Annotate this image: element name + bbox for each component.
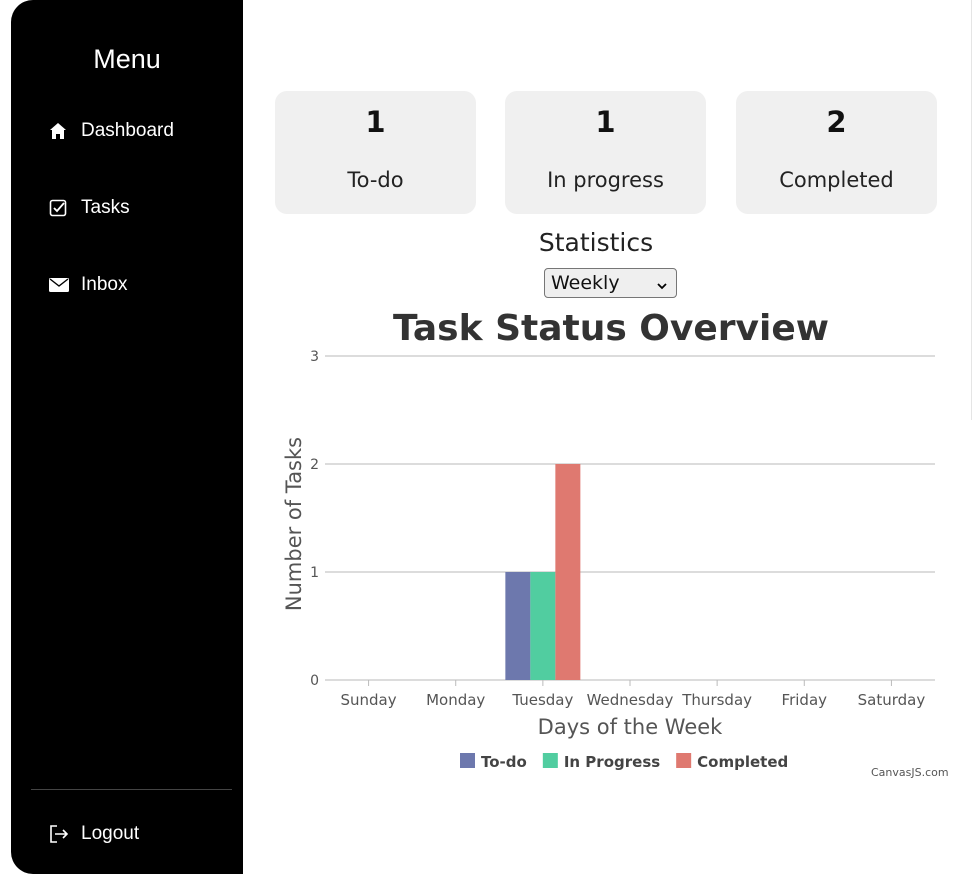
- y-axis-label: Number of Tasks: [282, 437, 306, 611]
- statistics-heading: Statistics: [538, 228, 654, 257]
- task-status-chart: Task Status Overview 0 1 2 3 Sunday Monday Tues…: [282, 308, 935, 771]
- chart-title: Task Status Overview: [393, 308, 829, 349]
- chevron-down-icon: [656, 275, 668, 297]
- stat-value: 1: [595, 105, 616, 139]
- stat-card-todo: 1 To-do: [275, 91, 476, 214]
- sidebar-item-dashboard[interactable]: Dashboard: [49, 116, 174, 146]
- x-tick-label: Wednesday: [587, 691, 674, 709]
- x-axis-label: Days of the Week: [538, 715, 724, 739]
- y-tick-label: 3: [310, 349, 319, 365]
- logout-button[interactable]: Logout: [49, 819, 139, 849]
- sidebar-item-label: Inbox: [81, 274, 128, 295]
- stat-label: Completed: [779, 168, 894, 192]
- x-tick-label: Friday: [782, 691, 828, 709]
- sidebar-divider: [31, 789, 232, 790]
- legend-entry: In Progress: [564, 753, 660, 771]
- stat-card-completed: 2 Completed: [736, 91, 937, 214]
- period-select-value: Weekly: [551, 272, 620, 294]
- legend-swatch: [460, 753, 475, 768]
- y-tick-label: 0: [310, 673, 319, 689]
- legend-entry: Completed: [697, 753, 788, 771]
- period-select[interactable]: Weekly: [544, 268, 677, 298]
- logout-label: Logout: [81, 823, 140, 844]
- task-check-icon: [49, 198, 69, 218]
- x-tick-label: Monday: [426, 691, 485, 709]
- stat-label: In progress: [547, 168, 664, 192]
- scrollbar-track[interactable]: [971, 0, 972, 420]
- legend-entry: To-do: [481, 753, 527, 771]
- bar-completed: [555, 464, 581, 680]
- envelope-icon: [49, 275, 69, 295]
- sidebar-item-label: Dashboard: [81, 120, 174, 141]
- stat-value: 2: [826, 105, 847, 139]
- chart-credit[interactable]: CanvasJS.com: [871, 766, 949, 779]
- bar-in-progress: [530, 572, 556, 680]
- logout-icon: [49, 824, 69, 844]
- sidebar-item-label: Tasks: [81, 197, 130, 218]
- legend-swatch: [542, 753, 558, 768]
- stat-card-in-progress: 1 In progress: [505, 91, 706, 214]
- sidebar-item-tasks[interactable]: Tasks: [49, 193, 130, 223]
- x-tick-label: Thursday: [681, 691, 752, 709]
- y-tick-label: 1: [310, 565, 319, 581]
- stat-label: To-do: [347, 168, 404, 192]
- sidebar-item-inbox[interactable]: Inbox: [49, 270, 127, 300]
- x-tick-label: Tuesday: [511, 691, 573, 709]
- menu-title: Menu: [93, 44, 161, 74]
- y-tick-label: 2: [310, 457, 319, 473]
- legend-swatch: [676, 753, 692, 768]
- home-icon: [49, 121, 69, 141]
- sidebar: Menu Dashboard Tasks Inbox Logout: [11, 0, 243, 874]
- x-tick-label: Sunday: [341, 691, 397, 709]
- stat-value: 1: [365, 105, 386, 139]
- x-tick-label: Saturday: [858, 691, 926, 709]
- bar-to-do: [505, 572, 531, 680]
